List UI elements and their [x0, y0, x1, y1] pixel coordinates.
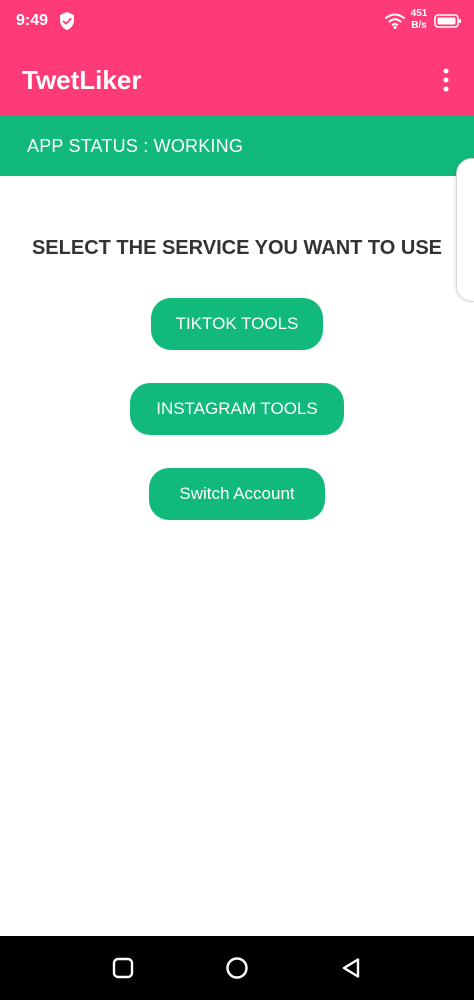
status-bar: 9:49 451 B/s [0, 0, 474, 42]
network-speed-value: 451 [410, 8, 428, 19]
app-status-banner: APP STATUS : WORKING [0, 116, 474, 176]
wifi-icon [385, 13, 405, 29]
app-status-text: APP STATUS : WORKING [27, 136, 244, 156]
battery-icon [434, 14, 461, 28]
instagram-tools-button[interactable]: INSTAGRAM TOOLS [130, 383, 344, 435]
status-time: 9:49 [16, 12, 49, 29]
service-heading: SELECT THE SERVICE YOU WANT TO USE [31, 237, 443, 259]
network-speed: 451 B/s [409, 8, 429, 32]
back-triangle-icon[interactable] [340, 956, 364, 980]
recents-square-icon[interactable] [111, 956, 135, 980]
shield-icon [60, 12, 74, 30]
app-bar: TwetLiker [0, 42, 474, 116]
switch-account-button[interactable]: Switch Account [149, 468, 325, 520]
edge-panel-handle[interactable] [456, 158, 474, 302]
home-circle-icon[interactable] [225, 956, 249, 980]
more-vert-icon[interactable] [434, 66, 458, 94]
tiktok-tools-button[interactable]: TIKTOK TOOLS [151, 298, 323, 350]
network-speed-unit: B/s [411, 20, 427, 31]
navigation-bar [0, 936, 474, 1000]
app-title: TwetLiker [22, 65, 142, 95]
